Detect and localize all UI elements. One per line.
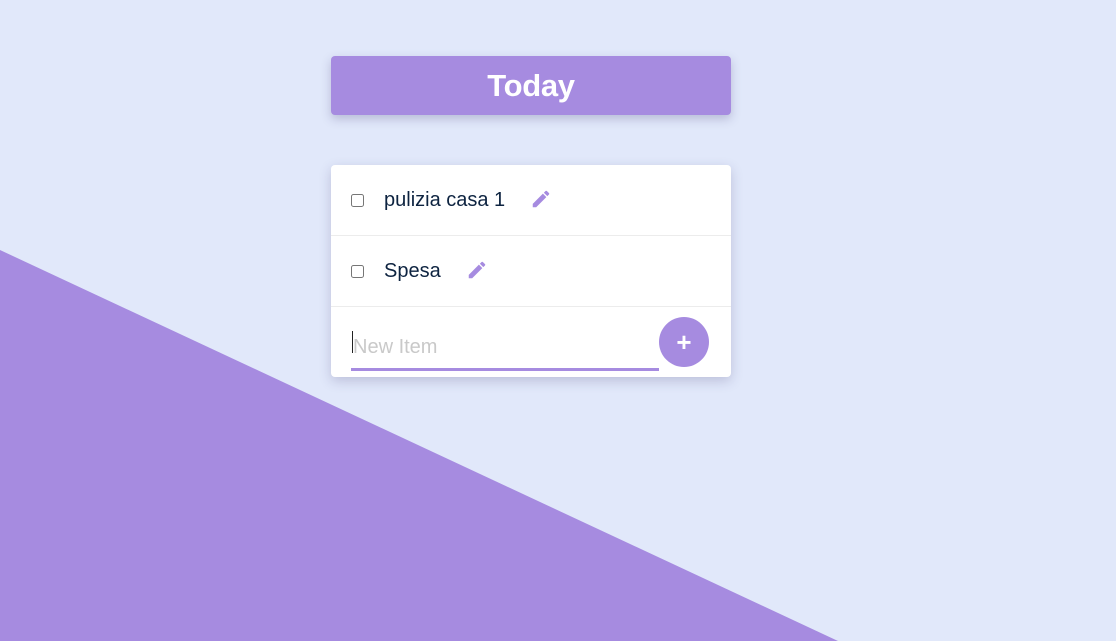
list-item: Spesa: [331, 236, 731, 307]
page-title: Today: [487, 67, 575, 103]
text-cursor: [352, 331, 353, 353]
item-checkbox[interactable]: [351, 193, 364, 207]
list-item: pulizia casa 1: [331, 165, 731, 236]
item-label: Spesa: [384, 259, 441, 282]
pencil-icon[interactable]: [466, 259, 488, 281]
add-item-button[interactable]: +: [659, 317, 709, 367]
item-label: pulizia casa 1: [384, 188, 506, 211]
new-item-row: +: [331, 307, 731, 377]
pencil-icon[interactable]: [530, 188, 552, 210]
header-banner: Today: [331, 56, 731, 115]
todo-list-card: pulizia casa 1 Spesa +: [331, 165, 731, 377]
new-item-input[interactable]: [351, 327, 659, 371]
item-checkbox[interactable]: [351, 264, 364, 278]
